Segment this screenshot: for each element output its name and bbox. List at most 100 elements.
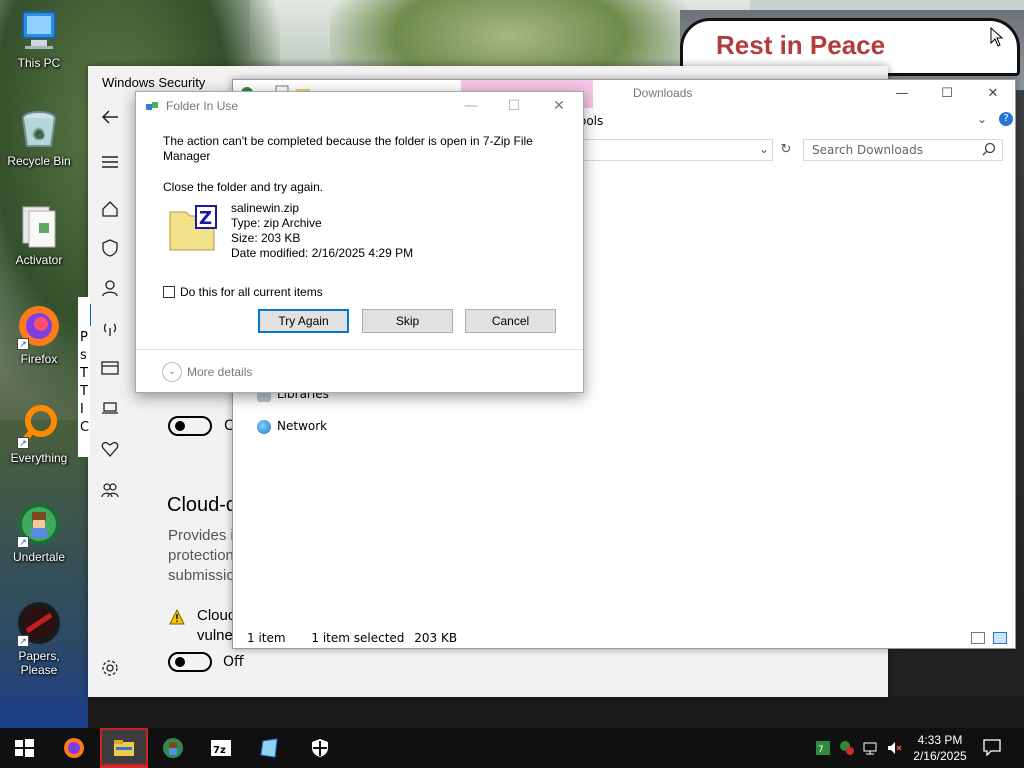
close-icon[interactable]: ✕ xyxy=(978,84,1008,104)
person-icon[interactable] xyxy=(100,278,120,298)
desktop-icon-label: Firefox xyxy=(20,352,58,366)
recycle-bin-icon: ♻ xyxy=(17,106,61,150)
large-icons-view-icon[interactable] xyxy=(992,632,1007,644)
skip-button[interactable]: Skip xyxy=(362,309,453,333)
dialog-maximize-icon[interactable]: ☐ xyxy=(499,96,529,116)
status-selected: 1 item selected xyxy=(311,631,405,645)
protection-toggle[interactable] xyxy=(168,416,212,436)
taskbar-firefox[interactable] xyxy=(50,728,98,768)
desktop-icon-undertale[interactable]: ↗ Undertale xyxy=(0,502,79,564)
file-explorer-icon xyxy=(114,740,134,756)
notepad-icon xyxy=(260,738,278,758)
start-button[interactable] xyxy=(0,728,48,768)
search-icon[interactable] xyxy=(981,141,997,157)
clock[interactable]: 4:33 PM 2/16/2025 xyxy=(905,732,975,764)
taskbar-windows-security[interactable] xyxy=(296,728,344,768)
desktop-icon-label: Everything xyxy=(10,451,68,465)
desktop-icon-activator[interactable]: Activator xyxy=(0,205,79,267)
laptop-icon[interactable] xyxy=(100,398,120,418)
network-icon[interactable] xyxy=(862,740,878,756)
chevron-down-icon[interactable]: ⌄ xyxy=(162,362,182,382)
undertale-icon: ↗ xyxy=(17,502,61,548)
ws-side-letter: C xyxy=(80,420,90,435)
window-title: Windows Security xyxy=(102,75,206,90)
file-type: Type: zip Archive xyxy=(231,216,322,230)
wallpaper-bottom xyxy=(88,697,1024,728)
desktop-icon-recycle-bin[interactable]: ♻ Recycle Bin xyxy=(0,106,79,168)
app-browser-icon[interactable] xyxy=(100,358,120,378)
address-dropdown-icon[interactable]: ⌄ xyxy=(759,142,769,156)
7zip-tray-icon[interactable]: 7 xyxy=(815,740,831,756)
wireless-icon[interactable] xyxy=(100,318,120,338)
taskbar-7zip[interactable]: 7z xyxy=(197,728,245,768)
cloud-protection-toggle[interactable] xyxy=(168,652,212,672)
taskbar-notepad[interactable] xyxy=(246,728,294,768)
apply-to-all-checkbox[interactable] xyxy=(163,286,175,298)
taskbar-undertale[interactable] xyxy=(149,728,197,768)
settings-gear-icon[interactable] xyxy=(100,658,120,678)
shortcut-arrow-icon: ↗ xyxy=(17,437,29,449)
desktop-icon-this-pc[interactable]: This PC xyxy=(0,8,79,70)
status-item-count: 1 item xyxy=(247,631,286,645)
ws-side-letter: T xyxy=(80,384,88,399)
everything-search-icon: ↗ xyxy=(17,403,61,449)
volume-muted-icon[interactable] xyxy=(886,740,902,756)
ribbon-expand-icon[interactable]: ⌄ xyxy=(977,112,987,126)
status-bar: 1 item 1 item selected 203 KB xyxy=(247,631,457,645)
ws-side-letter: I xyxy=(80,402,84,417)
ws-side-letter: P xyxy=(80,330,88,345)
home-icon[interactable] xyxy=(100,199,120,219)
dialog-message: The action can't be completed because th… xyxy=(163,134,533,163)
wallpaper-sign-text: Rest in Peace xyxy=(716,30,886,60)
shortcut-arrow-icon: ↗ xyxy=(17,338,29,350)
maximize-icon[interactable]: ☐ xyxy=(932,84,962,104)
more-details-link[interactable]: More details xyxy=(187,365,252,379)
security-warning-icon[interactable] xyxy=(839,740,855,756)
back-arrow-icon[interactable] xyxy=(100,107,120,127)
desktop-icon-papers-please[interactable]: ↗ Papers, Please xyxy=(0,601,79,677)
family-icon[interactable] xyxy=(100,480,120,500)
refresh-icon[interactable]: ↻ xyxy=(776,140,796,160)
hamburger-menu-icon[interactable] xyxy=(100,152,120,172)
desktop-icon-firefox[interactable]: ↗ Firefox xyxy=(0,304,79,366)
desktop-icon-label: Recycle Bin xyxy=(7,154,71,168)
shield-icon[interactable] xyxy=(100,238,120,258)
wallpaper-ground xyxy=(0,420,90,728)
search-input[interactable]: Search Downloads xyxy=(803,139,1003,161)
details-view-icon[interactable] xyxy=(971,632,985,644)
help-icon[interactable]: ? xyxy=(999,112,1013,126)
try-again-button[interactable]: Try Again xyxy=(258,309,349,333)
folder-in-use-dialog[interactable]: Folder In Use — ☐ ✕ The action can't be … xyxy=(135,91,584,393)
warning-text: Cloud xyxy=(197,607,237,624)
dialog-title: Folder In Use xyxy=(166,99,239,113)
warning-icon xyxy=(169,608,185,625)
desktop-icon-label: This PC xyxy=(17,56,61,70)
file-info: salinewin.zip Type: zip Archive Size: 20… xyxy=(231,201,413,261)
cloud-protection-heading: Cloud-d xyxy=(167,494,238,516)
health-heart-icon[interactable] xyxy=(100,439,120,459)
taskbar-file-explorer[interactable] xyxy=(100,728,148,768)
minimize-icon[interactable]: — xyxy=(887,84,917,104)
computer-icon xyxy=(17,8,61,52)
explorer-title: Downloads xyxy=(633,86,693,100)
cloud-description-line: submissio xyxy=(168,567,235,584)
ws-side-letter: T xyxy=(80,366,88,381)
action-center-icon[interactable] xyxy=(982,738,1002,757)
svg-text:7: 7 xyxy=(818,745,824,755)
firefox-icon: ↗ xyxy=(17,304,61,350)
desktop-icon-label: Activator xyxy=(15,253,63,267)
file-name: salinewin.zip xyxy=(231,201,300,215)
address-bar[interactable] xyxy=(563,139,773,161)
dialog-minimize-icon[interactable]: — xyxy=(456,96,486,116)
svg-text:Z: Z xyxy=(199,208,212,229)
cancel-button[interactable]: Cancel xyxy=(465,309,556,333)
dialog-title-icon xyxy=(146,101,158,111)
7zip-icon: 7z xyxy=(211,740,231,756)
start-icon xyxy=(15,739,34,757)
dialog-close-icon[interactable]: ✕ xyxy=(544,96,574,116)
desktop-icon-everything[interactable]: ↗ Everything xyxy=(0,403,79,465)
apply-to-all-label[interactable]: Do this for all current items xyxy=(180,285,323,299)
papers-please-icon: ↗ xyxy=(17,601,61,647)
file-size: Size: 203 KB xyxy=(231,231,301,245)
ws-side-letter: s xyxy=(80,348,87,363)
